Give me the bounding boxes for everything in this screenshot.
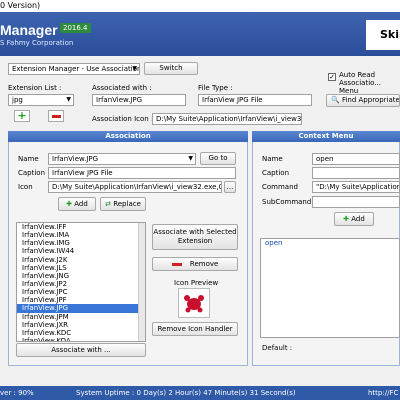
skin-button[interactable]: Skin xyxy=(366,20,400,50)
remove-association-button[interactable]: Remove xyxy=(152,257,238,271)
association-list-item[interactable]: IrfanView.IFF xyxy=(17,223,145,231)
remove-extension-button[interactable] xyxy=(48,110,64,122)
mode-select[interactable]: Extension Manager - Use Association ▼ xyxy=(8,63,140,75)
plus-icon: ✚ xyxy=(66,200,73,208)
association-caption-label: Caption xyxy=(18,169,46,177)
association-caption-field[interactable]: IrfanView JPG File xyxy=(48,167,236,179)
association-list-item[interactable]: IrfanView.JPC xyxy=(17,288,145,296)
extension-list-label: Extension List : xyxy=(8,84,62,92)
associated-with-label: Associated with : xyxy=(92,84,152,92)
app-header: Manager 2016.4 S Fahmy Corporation Skin xyxy=(0,12,400,56)
context-menu-list[interactable]: open xyxy=(260,238,400,338)
context-caption-field[interactable] xyxy=(312,167,400,179)
association-list-item[interactable]: IrfanView.IMG xyxy=(17,239,145,247)
irfanview-icon xyxy=(184,295,204,313)
association-list-item[interactable]: IrfanView.IW44 xyxy=(17,247,145,255)
context-add-label: Add xyxy=(351,215,365,223)
context-command-label: Command xyxy=(262,183,298,191)
context-name-field[interactable]: open xyxy=(312,153,400,165)
status-left: ver : 90% xyxy=(0,389,34,397)
switch-button[interactable]: Switch xyxy=(144,62,198,75)
window-title: 0 Version) xyxy=(0,0,400,12)
association-list-item[interactable]: IrfanView.JPG xyxy=(17,304,145,313)
remove-icon-handler-button[interactable]: Remove Icon Handler xyxy=(152,322,238,336)
minus-icon xyxy=(171,262,182,266)
context-name-label: Name xyxy=(262,155,283,163)
association-list-item[interactable]: IrfanView.JLS xyxy=(17,264,145,272)
association-icon-field[interactable]: D:\My Suite\Application\IrfanView\i_view… xyxy=(152,113,302,125)
icon-preview-label: Icon Preview xyxy=(174,279,219,287)
association-name-value: IrfanView.JPG xyxy=(52,155,99,163)
version-badge: 2016.4 xyxy=(60,23,91,33)
context-command-field[interactable]: "D:\My Suite\Application\IrfanView\... xyxy=(312,181,400,193)
browse-icon-button[interactable]: ... xyxy=(224,181,236,193)
replace-button[interactable]: ⇄ Replace xyxy=(100,197,146,211)
replace-label: Replace xyxy=(113,200,141,208)
association-icon-path-field[interactable]: D:\My Suite\Application\IrfanView\i_view… xyxy=(48,181,222,193)
company-name: S Fahmy Corporation xyxy=(0,39,74,47)
association-list-item[interactable]: IrfanView.JPF xyxy=(17,296,145,304)
chevron-down-icon: ▼ xyxy=(66,96,71,103)
context-caption-label: Caption xyxy=(262,169,290,177)
associate-selected-button[interactable]: Associate with Selected Extension xyxy=(152,224,238,250)
status-bar: ver : 90% System Uptime : 0 Day(s) 2 Hou… xyxy=(0,386,400,400)
associate-with-button[interactable]: Associate with ... xyxy=(16,343,146,357)
association-icon-label: Association Icon : xyxy=(92,115,154,123)
find-appropriate-button[interactable]: 🔍 Find Appropriate... xyxy=(326,94,400,107)
status-uptime: System Uptime : 0 Day(s) 2 Hour(s) 47 Mi… xyxy=(76,389,296,397)
plus-icon: ✚ xyxy=(343,215,350,223)
chevron-down-icon: ▼ xyxy=(188,155,193,162)
association-icon-row-label: Icon xyxy=(18,183,33,191)
file-type-field[interactable]: IrfanView JPG File xyxy=(198,94,312,106)
context-add-button[interactable]: ✚ Add xyxy=(334,212,374,226)
status-right: http://FC xyxy=(368,389,399,397)
association-list-item[interactable]: IrfanView.JXR xyxy=(17,321,145,329)
association-list-item[interactable]: IrfanView.IMA xyxy=(17,231,145,239)
association-list-item[interactable]: IrfanView.J2K xyxy=(17,256,145,264)
chevron-down-icon: ▼ xyxy=(132,65,137,72)
extension-select-value: jpg xyxy=(12,96,23,104)
context-menu-title: Context Menu xyxy=(252,131,400,142)
auto-read-label: Auto Read Associatio... Menu xyxy=(339,71,381,95)
context-subcommand-field[interactable] xyxy=(312,196,400,208)
add-extension-button[interactable]: + xyxy=(14,110,30,122)
association-list-item[interactable]: IrfanView.JPM xyxy=(17,313,145,321)
association-name-select[interactable]: IrfanView.JPG ▼ xyxy=(48,153,196,165)
auto-read-checkbox[interactable]: ✓ xyxy=(328,73,336,81)
replace-icon: ⇄ xyxy=(105,200,111,208)
association-add-label: Add xyxy=(74,200,88,208)
association-list-item[interactable]: IrfanView.JP2 xyxy=(17,280,145,288)
association-list-item[interactable]: IrfanView.JNG xyxy=(17,272,145,280)
extension-select[interactable]: jpg ▼ xyxy=(8,94,74,106)
file-type-label: File Type : xyxy=(198,84,233,92)
association-add-button[interactable]: ✚ Add xyxy=(58,197,96,211)
context-subcommand-label: SubCommand xyxy=(262,198,312,206)
remove-association-label: Remove xyxy=(189,260,219,268)
icon-preview-box xyxy=(178,288,210,318)
association-list-item[interactable]: IrfanView.KDC xyxy=(17,329,145,337)
association-name-label: Name xyxy=(18,155,39,163)
association-list-scrollbar[interactable] xyxy=(138,223,145,341)
association-list-item[interactable]: IrfanView.KOA xyxy=(17,337,145,341)
find-appropriate-label: Find Appropriate... xyxy=(341,96,400,104)
search-icon: 🔍 xyxy=(331,96,340,104)
default-label: Default : xyxy=(262,344,293,352)
app-name: Manager xyxy=(0,22,58,38)
association-panel-title: Association xyxy=(8,131,248,142)
context-menu-list-item[interactable]: open xyxy=(261,239,399,247)
association-list[interactable]: IrfanView.IFF IrfanView.IMA IrfanView.IMG I… xyxy=(16,222,146,342)
goto-button[interactable]: Go to xyxy=(200,152,236,165)
associated-with-field[interactable]: IrfanView.JPG xyxy=(92,94,186,106)
mode-select-value: Extension Manager - Use Association xyxy=(12,65,140,73)
